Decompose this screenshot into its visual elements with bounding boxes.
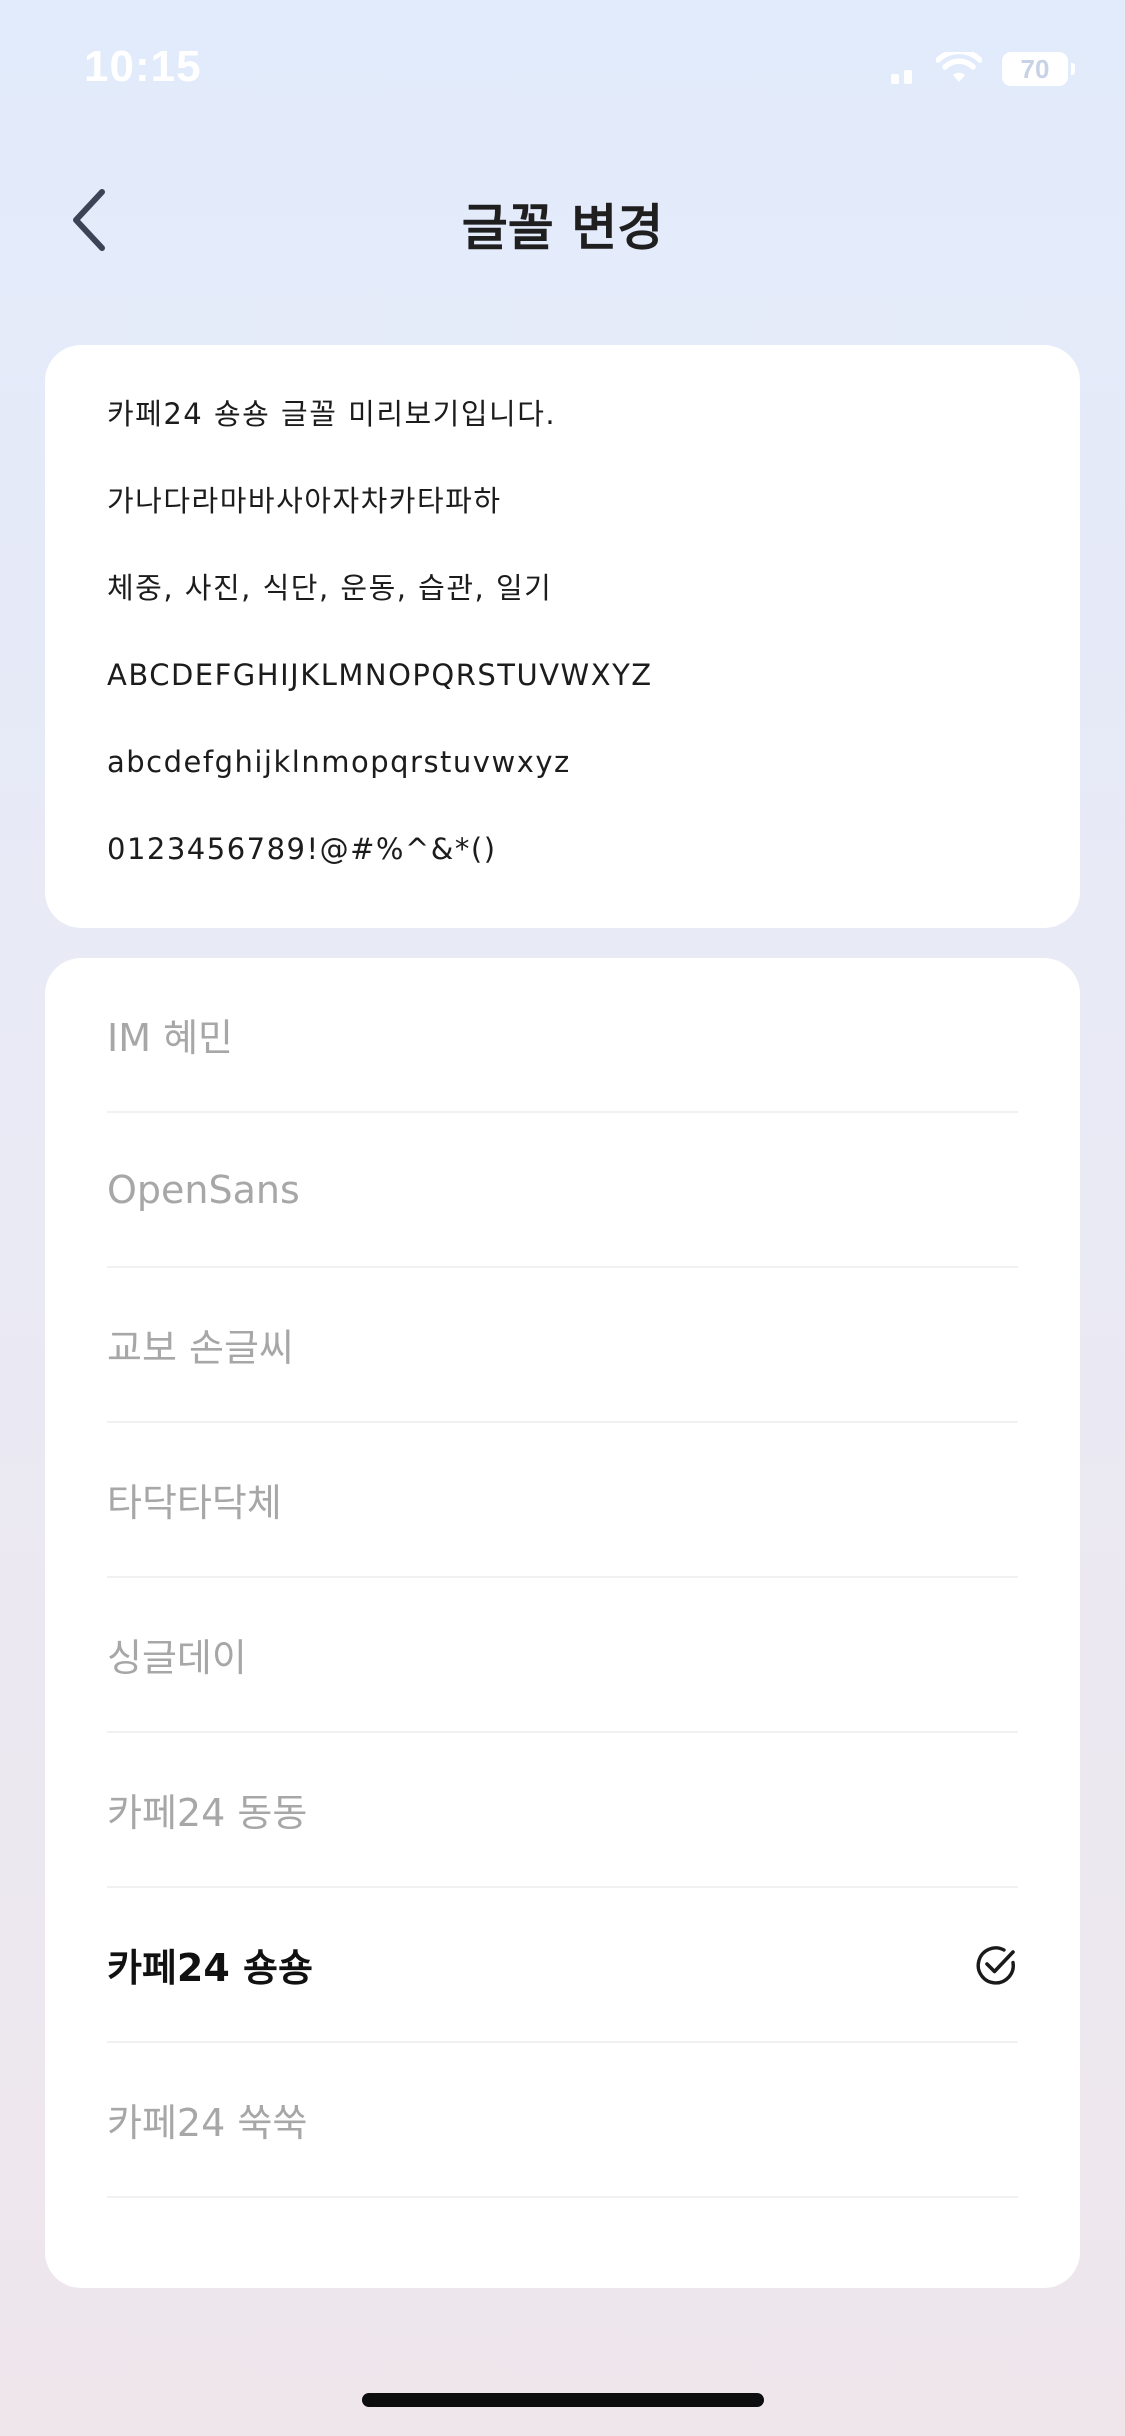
battery-cap bbox=[1071, 63, 1075, 75]
font-option-cafe24-ssukssuk[interactable]: 카페24 쑥쑥 bbox=[107, 2043, 1018, 2198]
font-option-label: 교보 손글씨 bbox=[107, 1326, 294, 1370]
font-option-cafe24-ssongssong[interactable]: 카페24 숑숑 bbox=[107, 1888, 1018, 2043]
battery-icon: 70 bbox=[1002, 52, 1068, 86]
font-option-label: 싱글데이 bbox=[107, 1636, 247, 1680]
preview-line: 카페24 숑숑 글꼴 미리보기입니다. bbox=[107, 397, 557, 431]
font-option-label: OpenSans bbox=[107, 1167, 300, 1212]
page-title: 글꼴 변경 bbox=[461, 199, 664, 257]
check-circle-icon bbox=[976, 1945, 1015, 1985]
font-option-label: IM 혜민 bbox=[107, 1016, 233, 1060]
font-option-cafe24-dongdong[interactable]: 카페24 동동 bbox=[107, 1733, 1018, 1888]
nav-bar: 글꼴 변경 bbox=[0, 160, 1125, 280]
home-indicator bbox=[362, 2393, 764, 2407]
font-option-label: 카페24 쑥쑥 bbox=[107, 2101, 308, 2145]
preview-line: 체중, 사진, 식단, 운동, 습관, 일기 bbox=[107, 571, 553, 605]
font-option-label: 카페24 숑숑 bbox=[107, 1946, 313, 1990]
preview-line: 가나다라마바사아자차카타파하 bbox=[107, 484, 502, 518]
font-preview-card: 카페24 숑숑 글꼴 미리보기입니다. 가나다라마바사아자차카타파하 체중, 사… bbox=[45, 345, 1080, 928]
font-option-im-hyemin[interactable]: IM 혜민 bbox=[107, 958, 1018, 1113]
wifi-icon bbox=[936, 52, 982, 82]
status-bar: 10:15 70 bbox=[0, 0, 1125, 140]
battery-level: 70 bbox=[1020, 53, 1050, 84]
font-option-label: 타닥타닥체 bbox=[107, 1481, 282, 1525]
preview-line: ABCDEFGHIJKLMNOPQRSTUVWXYZ bbox=[107, 658, 653, 692]
font-option-singleday[interactable]: 싱글데이 bbox=[107, 1578, 1018, 1733]
font-option-tadak[interactable]: 타닥타닥체 bbox=[107, 1423, 1018, 1578]
status-icons: 70 bbox=[891, 52, 1075, 86]
font-option-label: 카페24 동동 bbox=[107, 1791, 308, 1835]
font-option-opensans[interactable]: OpenSans bbox=[107, 1113, 1018, 1268]
preview-line: 0123456789!@#%^&*() bbox=[107, 832, 497, 866]
preview-line: abcdefghijklnmopqrstuvwxyz bbox=[107, 745, 571, 779]
font-list: IM 혜민 OpenSans 교보 손글씨 타닥타닥체 싱글데이 카페24 동동… bbox=[45, 958, 1080, 2288]
signal-icon bbox=[891, 54, 912, 84]
font-option-kyobo-handwriting[interactable]: 교보 손글씨 bbox=[107, 1268, 1018, 1423]
status-time: 10:15 bbox=[84, 42, 202, 91]
